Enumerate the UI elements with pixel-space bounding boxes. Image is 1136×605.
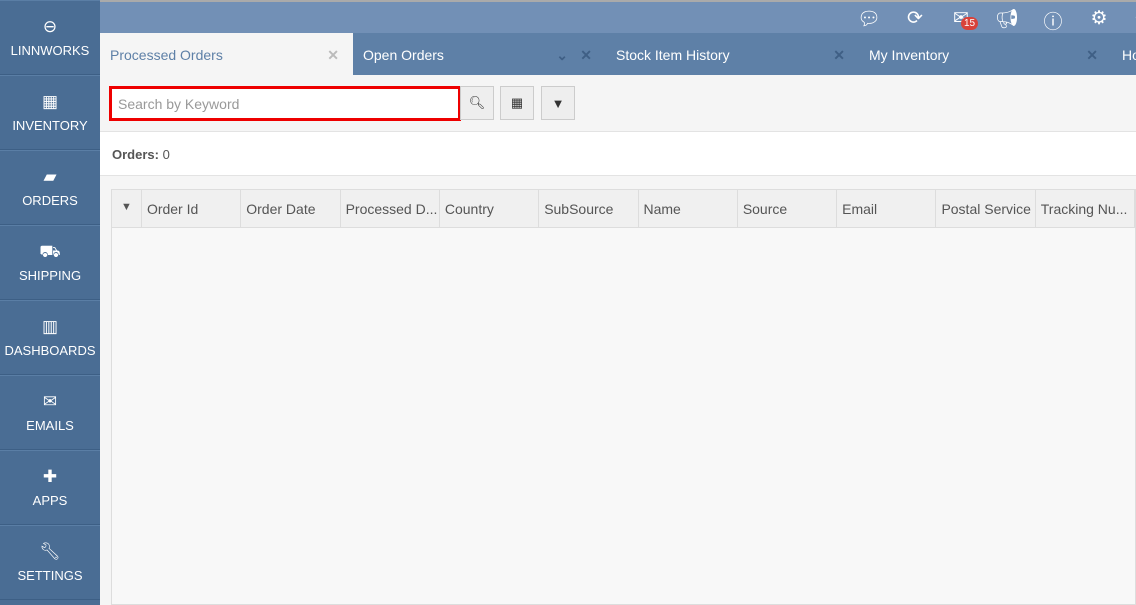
tab-stock-item-history[interactable]: Stock Item History ✕ (606, 33, 859, 75)
date-filter-button[interactable]: ▦ (500, 86, 534, 120)
tab-label: Open Orders (363, 47, 444, 63)
sidebar-item-shipping[interactable]: ⛟ SHIPPING (0, 225, 100, 300)
calendar-icon: ▦ (510, 95, 524, 110)
mail-badge: 15 (961, 17, 979, 30)
search-input[interactable]: Search by Keyword (109, 86, 461, 121)
search-icon: 🔍︎ (468, 95, 486, 110)
tab-label: Processed Orders (110, 47, 223, 63)
tab-processed-orders[interactable]: Processed Orders ✕ (100, 33, 353, 75)
refresh-icon[interactable]: ⟳ (903, 7, 927, 30)
close-icon[interactable]: ✕ (1086, 47, 1098, 64)
column-header[interactable]: Order Date (241, 190, 341, 227)
sidebar-label: SHIPPING (18, 268, 82, 283)
chat-icon[interactable]: 💬︎ (857, 7, 881, 31)
close-icon[interactable]: ✕ (580, 47, 592, 64)
column-header[interactable]: SubSource (539, 190, 639, 227)
chevron-down-icon[interactable]: ⌄ (556, 47, 568, 64)
column-header[interactable]: Postal Service (936, 190, 1036, 227)
sidebar-item-settings[interactable]: 🔧︎ SETTINGS (0, 525, 100, 600)
orders-grid: ▼ Order Id Order Date Processed D... Cou… (111, 189, 1136, 605)
sidebar-item-inventory[interactable]: ▦ INVENTORY (0, 75, 100, 150)
sidebar-item-orders[interactable]: ▰ ORDERS (0, 150, 100, 225)
orders-count-value: 0 (162, 147, 170, 162)
grid-header: ▼ Order Id Order Date Processed D... Cou… (112, 190, 1136, 228)
cubes-icon: ▦ (41, 92, 59, 111)
column-header[interactable]: Source (738, 190, 838, 227)
book-icon: ▰ (43, 167, 57, 186)
filter-icon[interactable]: ▼ (112, 190, 142, 227)
user-icon[interactable]: ● (1128, 7, 1136, 29)
megaphone-icon[interactable]: 📢︎ (995, 7, 1019, 31)
sidebar-label: LINNWORKS (10, 43, 90, 58)
tab-my-inventory[interactable]: My Inventory ✕ (859, 33, 1112, 75)
tab-bar: Processed Orders ✕ Open Orders ⌄ ✕ Stock It… (100, 33, 1136, 75)
close-icon[interactable]: ✕ (327, 47, 339, 64)
column-header[interactable]: Country (440, 190, 540, 227)
mail-icon[interactable]: ✉ 15 (949, 7, 979, 30)
sidebar-label: ORDERS (22, 193, 78, 208)
sidebar-item-dashboards[interactable]: ▥ DASHBOARDS (0, 300, 100, 375)
column-header[interactable]: Name (639, 190, 738, 227)
envelope-icon: ✉ (42, 392, 58, 411)
close-icon[interactable]: ✕ (833, 47, 845, 64)
tab-open-orders[interactable]: Open Orders ⌄ ✕ (353, 33, 606, 75)
column-header[interactable]: Email (837, 190, 937, 227)
sidebar-label: SETTINGS (17, 568, 83, 583)
sidebar-item-emails[interactable]: ✉ EMAILS (0, 375, 100, 450)
top-bar: 💬︎ ⟳ ✉15 📢︎ ⓘ ⚙ ● (100, 0, 1136, 33)
tab-label: Stock Item History (616, 47, 730, 63)
sidebar: ⊖ LINNWORKS ▦ INVENTORY ▰ ORDERS ⛟ SHIPPING … (0, 0, 100, 605)
search-button[interactable]: 🔍︎ (460, 86, 494, 120)
gear-icon[interactable]: ⚙ (1087, 7, 1111, 30)
linnworks-logo-icon: ⊖ (42, 17, 58, 36)
wrench-icon: 🔧︎ (39, 542, 61, 561)
filter-icon: ▼ (551, 95, 565, 111)
truck-icon: ⛟ (39, 242, 61, 261)
sidebar-item-linnworks[interactable]: ⊖ LINNWORKS (0, 0, 100, 75)
column-header[interactable]: Tracking Nu... (1036, 190, 1136, 227)
orders-label: Orders: (112, 147, 159, 162)
orders-count: Orders: 0 (100, 131, 1136, 176)
column-header[interactable]: Order Id (142, 190, 242, 227)
sidebar-item-apps[interactable]: ✚ APPS (0, 450, 100, 525)
sidebar-label: APPS (32, 493, 68, 508)
column-header[interactable]: Processed D... (341, 190, 440, 227)
tab-label: Ho (1122, 47, 1136, 63)
tab-ho[interactable]: Ho (1112, 33, 1136, 75)
help-icon[interactable]: ⓘ (1041, 7, 1065, 34)
sidebar-label: DASHBOARDS (4, 343, 96, 358)
sidebar-label: EMAILS (26, 418, 74, 433)
sidebar-label: INVENTORY (12, 118, 88, 133)
tab-label: My Inventory (869, 47, 950, 63)
filter-button[interactable]: ▼ (541, 86, 575, 120)
puzzle-icon: ✚ (42, 467, 58, 486)
bar-chart-icon: ▥ (41, 317, 59, 336)
